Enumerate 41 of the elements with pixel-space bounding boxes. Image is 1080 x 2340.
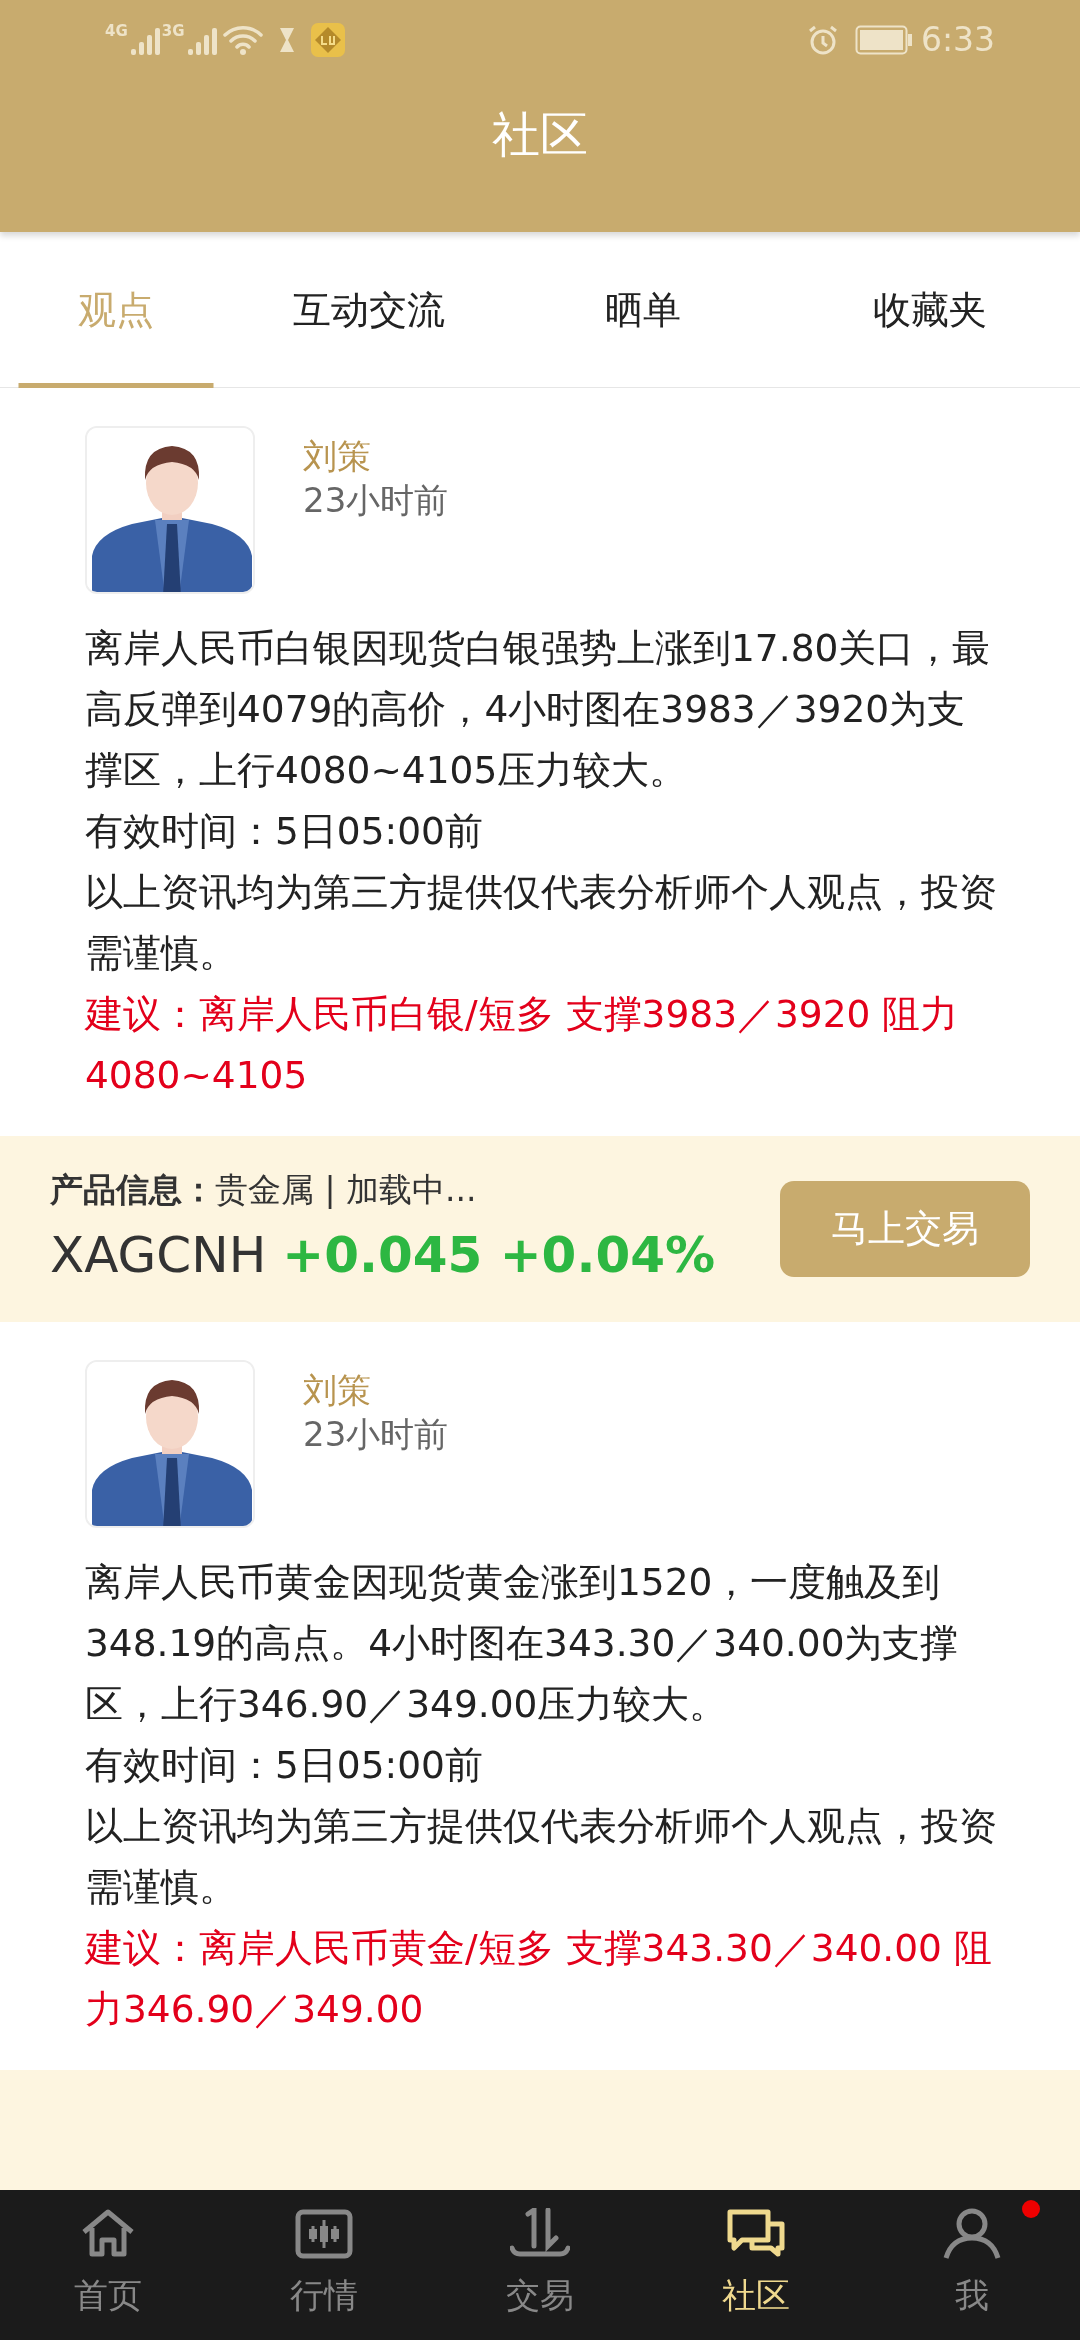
nav-tab[interactable]: 社区 (648, 2190, 864, 2340)
suggestion-text: 建议：离岸人民币黄金/短多 支撑343.30／340.00 阻力346.90／349.00 (85, 1925, 993, 2033)
alarm-icon (806, 24, 839, 56)
price-change: +0.045 +0.04% (282, 1225, 716, 1287)
tab[interactable]: 互动交流 (232, 232, 506, 388)
post-text: 有效时间：5日05:00前 (85, 1742, 484, 1789)
post-time: 23小时前 (303, 1413, 449, 1457)
nav-tab[interactable]: 交易 (432, 2190, 648, 2340)
author-name: 刘策 (303, 435, 372, 478)
post-text: 有效时间：5日05:00前 (85, 808, 484, 855)
post-text: 离岸人民币黄金因现货黄金涨到1520，一度触及到348.19的高点。4小时图在343.30／340.00为支撑区，上行346.90／349.00压力较大。 (85, 1559, 960, 1728)
app-icon (310, 23, 345, 57)
post-text: 离岸人民币白银因现货白银强势上涨到17.80关口，最高反弹到4079的高价，4小时图在3983／3920为支撑区，上行4080~4105压力较大。 (85, 625, 992, 794)
product-info: 产品信息：贵金属 | 加载中... (50, 1168, 478, 1211)
tab[interactable]: 收藏夹 (780, 232, 1080, 388)
network-label: 3G (161, 24, 185, 39)
nav-tab[interactable]: 首页 (0, 2190, 216, 2340)
nav-label: 社区 (722, 2274, 790, 2317)
nav-tab[interactable]: 行情 (216, 2190, 432, 2340)
author-name: 刘策 (303, 1369, 372, 1412)
candlestick-icon (294, 2208, 354, 2262)
product-symbol: XAGCNH (50, 1225, 267, 1287)
signal-icon (129, 25, 162, 55)
page-title: 社区 (491, 105, 589, 158)
nav-tab[interactable]: 我 (864, 2190, 1080, 2340)
post-text: 以上资讯均为第三方提供仅代表分析师个人观点，投资需谨慎。 (85, 869, 998, 977)
post-text: 以上资讯均为第三方提供仅代表分析师个人观点，投资需谨慎。 (85, 1803, 998, 1911)
battery-icon (854, 25, 913, 55)
nav-label: 交易 (506, 2274, 574, 2317)
nav-label: 我 (955, 2274, 989, 2317)
nav-label: 行情 (290, 2274, 358, 2317)
notification-dot (1022, 2200, 1040, 2218)
tab[interactable]: 晒单 (506, 232, 780, 388)
suggestion-text: 建议：离岸人民币白银/短多 支撑3983／3920 阻力4080~4105 (85, 991, 960, 1099)
network-label: 4G (105, 24, 128, 39)
hourglass-icon (278, 27, 295, 53)
post-time: 23小时前 (303, 479, 449, 523)
nav-label: 首页 (74, 2274, 142, 2317)
wifi-icon (222, 24, 263, 56)
signal-icon (186, 25, 219, 55)
clock-time: 6:33 (920, 19, 995, 62)
